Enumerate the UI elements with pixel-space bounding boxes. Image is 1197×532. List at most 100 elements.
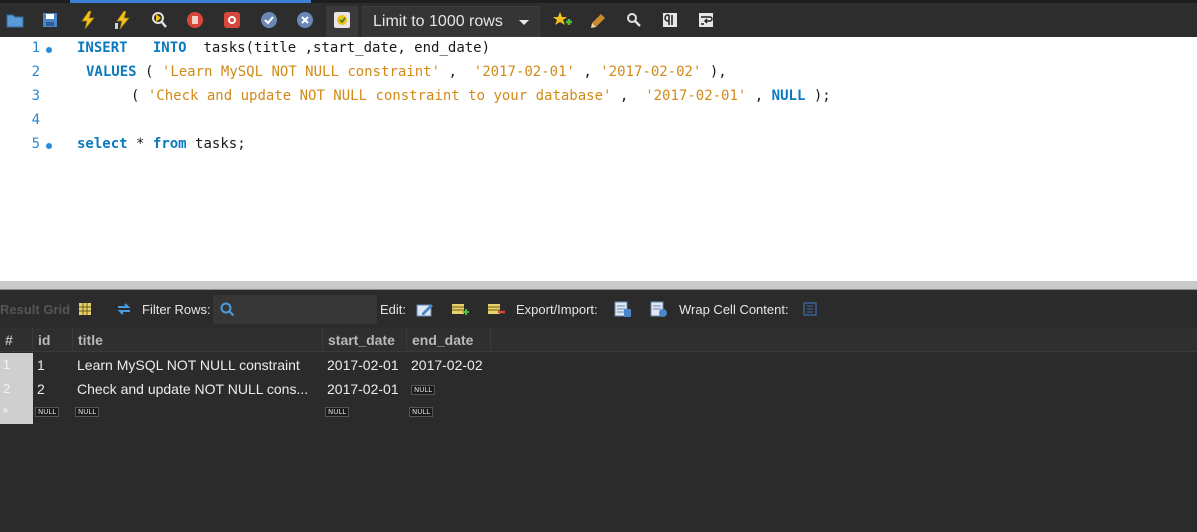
wrap-cell-toggle-icon[interactable] bbox=[803, 290, 817, 328]
grid-layout-icon[interactable] bbox=[78, 290, 92, 328]
cell-end-date[interactable]: 2017-02-02 bbox=[411, 353, 495, 377]
code-text: select * from tasks; bbox=[77, 136, 246, 152]
keyword-token: select bbox=[77, 136, 128, 152]
export-import-label: Export/Import: bbox=[516, 301, 598, 317]
string-token: 'Learn MySQL NOT NULL constraint' bbox=[161, 64, 441, 80]
wrap-icon[interactable] bbox=[695, 9, 717, 31]
cell-start-date[interactable]: NULL bbox=[325, 399, 385, 423]
beautify-icon[interactable] bbox=[551, 9, 573, 31]
edit-label: Edit: bbox=[380, 301, 407, 317]
line-number: 2 bbox=[31, 64, 40, 80]
grid-header: # id title start_date end_date bbox=[0, 328, 1197, 352]
result-toolbar: Result Grid Filter Rows: Edit: Export/Im… bbox=[0, 290, 1197, 328]
toggle-error-icon[interactable] bbox=[221, 9, 243, 31]
statement-marker-icon bbox=[46, 47, 52, 53]
brush-icon[interactable] bbox=[588, 9, 610, 31]
cell-end-date[interactable]: NULL bbox=[409, 399, 469, 423]
punct-token: , bbox=[619, 88, 629, 104]
sql-editor[interactable]: 1 INSERT INTO tasks(title ,start_date, e… bbox=[0, 37, 1197, 281]
identifier-token: tasks; bbox=[195, 136, 246, 152]
null-badge: NULL bbox=[35, 407, 60, 418]
null-badge: NULL bbox=[411, 385, 436, 396]
punct-token: , bbox=[448, 64, 457, 80]
cell-id[interactable]: 2 bbox=[37, 377, 73, 401]
cell-start-date[interactable]: 2017-02-01 bbox=[327, 377, 407, 401]
code-text: INSERT INTO tasks(title ,start_date, end… bbox=[77, 40, 490, 56]
editor-line: 4 bbox=[0, 109, 1197, 133]
delete-row-icon[interactable] bbox=[487, 290, 505, 328]
keyword-token: VALUES bbox=[86, 64, 137, 80]
cell-title[interactable]: NULL bbox=[75, 399, 135, 423]
commit-icon[interactable] bbox=[258, 9, 280, 31]
column-header-id[interactable]: id bbox=[33, 328, 73, 352]
cell-end-date[interactable]: NULL bbox=[411, 377, 471, 401]
keyword-token: INSERT bbox=[77, 40, 128, 56]
edit-row-icon[interactable] bbox=[416, 290, 434, 328]
editor-line: 3 ( 'Check and update NOT NULL constrain… bbox=[0, 85, 1197, 109]
limit-rows-label: Limit to 1000 rows bbox=[373, 12, 503, 30]
punct-token: , bbox=[583, 64, 592, 80]
string-token: '2017-02-02' bbox=[600, 64, 702, 80]
save-icon[interactable] bbox=[39, 9, 61, 31]
rollback-icon[interactable] bbox=[294, 9, 316, 31]
cell-id[interactable]: NULL bbox=[35, 399, 71, 423]
wrap-cell-content-label: Wrap Cell Content: bbox=[679, 301, 789, 317]
stop-icon[interactable] bbox=[184, 9, 206, 31]
autocommit-icon[interactable] bbox=[331, 9, 353, 31]
explain-icon[interactable] bbox=[148, 9, 170, 31]
open-folder-icon[interactable] bbox=[4, 9, 26, 31]
filter-rows-label: Filter Rows: bbox=[142, 301, 211, 317]
row-number[interactable]: 2 bbox=[0, 377, 33, 401]
statement-marker-icon bbox=[46, 143, 52, 149]
import-icon[interactable] bbox=[650, 290, 668, 328]
row-number[interactable]: 1 bbox=[0, 353, 33, 377]
find-icon[interactable] bbox=[623, 9, 645, 31]
string-token: '2017-02-01' bbox=[473, 64, 575, 80]
column-header-end-date[interactable]: end_date bbox=[407, 328, 491, 352]
column-header-title[interactable]: title bbox=[73, 328, 323, 352]
editor-line: 5 select * from tasks; bbox=[0, 133, 1197, 157]
column-header-rownum[interactable]: # bbox=[0, 328, 33, 352]
result-grid[interactable]: # id title start_date end_date 1 1 Learn… bbox=[0, 328, 1197, 532]
cell-start-date[interactable]: 2017-02-01 bbox=[327, 353, 407, 377]
row-number-new[interactable]: * bbox=[0, 401, 33, 424]
string-token: 'Check and update NOT NULL constraint to… bbox=[147, 88, 612, 104]
export-icon[interactable] bbox=[614, 290, 632, 328]
cell-title[interactable]: Learn MySQL NOT NULL constraint bbox=[77, 353, 323, 377]
punct-token: ), bbox=[709, 64, 727, 80]
execute-icon[interactable] bbox=[77, 9, 99, 31]
line-number: 4 bbox=[31, 112, 40, 128]
result-grid-label: Result Grid bbox=[0, 301, 71, 317]
cell-title[interactable]: Check and update NOT NULL cons... bbox=[77, 377, 323, 401]
punct-token: , bbox=[754, 88, 764, 104]
invisible-chars-icon[interactable] bbox=[659, 9, 681, 31]
punct-token: ( bbox=[131, 88, 140, 104]
keyword-token: INTO bbox=[152, 40, 187, 56]
code-text: VALUES ( 'Learn MySQL NOT NULL constrain… bbox=[86, 64, 727, 80]
sql-editor-toolbar: Limit to 1000 rows bbox=[0, 0, 1197, 37]
punct-token: * bbox=[136, 136, 145, 152]
line-number: 3 bbox=[31, 88, 40, 104]
line-number: 5 bbox=[31, 136, 40, 152]
code-text: ( 'Check and update NOT NULL constraint … bbox=[131, 88, 831, 104]
punct-token: ); bbox=[813, 88, 831, 104]
add-row-icon[interactable] bbox=[451, 290, 469, 328]
editor-line: 1 INSERT INTO tasks(title ,start_date, e… bbox=[0, 37, 1197, 61]
filter-rows-input[interactable] bbox=[212, 294, 378, 325]
null-badge: NULL bbox=[75, 407, 100, 418]
execute-line-icon[interactable] bbox=[112, 9, 134, 31]
null-badge: NULL bbox=[325, 407, 350, 418]
chevron-down-icon bbox=[519, 20, 529, 25]
editor-line: 2 VALUES ( 'Learn MySQL NOT NULL constra… bbox=[0, 61, 1197, 85]
column-header-start-date[interactable]: start_date bbox=[323, 328, 407, 352]
string-token: '2017-02-01' bbox=[645, 88, 747, 104]
cell-id[interactable]: 1 bbox=[37, 353, 73, 377]
line-number: 1 bbox=[31, 40, 40, 56]
refresh-icon[interactable] bbox=[116, 290, 132, 328]
keyword-token: from bbox=[152, 136, 187, 152]
panel-splitter[interactable] bbox=[0, 281, 1197, 290]
limit-rows-select[interactable]: Limit to 1000 rows bbox=[362, 6, 540, 37]
punct-token: ( bbox=[145, 64, 154, 80]
identifier-token: tasks(title ,start_date, end_date) bbox=[203, 40, 491, 56]
result-grid-tab[interactable]: Result Grid bbox=[0, 290, 70, 328]
